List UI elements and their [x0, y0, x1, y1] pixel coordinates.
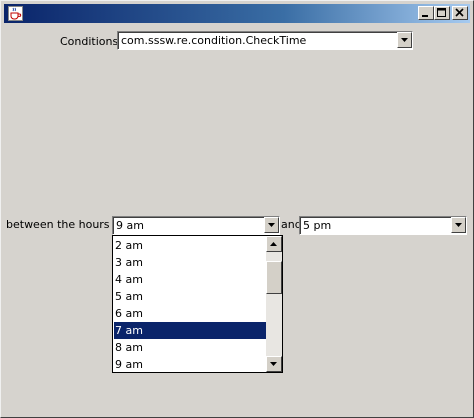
end-hour-dropdown-button[interactable]: [451, 217, 466, 233]
scroll-up-button[interactable]: [266, 236, 282, 252]
list-item[interactable]: 4 am: [114, 271, 266, 288]
list-item[interactable]: 3 am: [114, 254, 266, 271]
end-hour-selected-value: 5 pm: [303, 219, 332, 232]
start-hour-combobox[interactable]: 9 am: [112, 216, 280, 235]
conditions-selected-value: com.sssw.re.condition.CheckTime: [121, 34, 307, 47]
scroll-thumb[interactable]: [266, 261, 282, 294]
conditions-label: Conditions: [60, 35, 119, 48]
start-hour-dropdown-button[interactable]: [264, 217, 279, 233]
start-hour-dropdown-list[interactable]: 2 am 3 am 4 am 5 am 6 am 7 am 8 am 9 am: [112, 235, 283, 373]
close-icon: [455, 8, 464, 17]
arrow-up-icon: [270, 242, 277, 246]
conditions-dropdown-button[interactable]: [397, 32, 412, 48]
start-hour-selected-value: 9 am: [116, 219, 144, 232]
maximize-icon: [437, 8, 446, 17]
list-item[interactable]: 6 am: [114, 305, 266, 322]
minimize-icon: [422, 15, 428, 17]
list-item[interactable]: 2 am: [114, 237, 266, 254]
minimize-button[interactable]: [418, 6, 434, 20]
list-item[interactable]: 9 am: [114, 356, 266, 373]
maximize-button[interactable]: [434, 6, 450, 20]
chevron-down-icon: [455, 223, 462, 227]
list-item[interactable]: 5 am: [114, 288, 266, 305]
arrow-down-icon: [270, 362, 277, 366]
conditions-combobox[interactable]: com.sssw.re.condition.CheckTime: [117, 31, 413, 50]
list-item-highlighted[interactable]: 7 am: [114, 322, 266, 339]
java-cup-icon[interactable]: [8, 6, 23, 21]
scroll-down-button[interactable]: [266, 356, 282, 372]
end-hour-combobox[interactable]: 5 pm: [299, 216, 467, 235]
between-hours-label: between the hours of: [6, 218, 124, 231]
list-item[interactable]: 8 am: [114, 339, 266, 356]
close-button[interactable]: [452, 6, 468, 20]
title-bar[interactable]: [4, 4, 470, 23]
list-scrollbar[interactable]: [266, 236, 282, 372]
chevron-down-icon: [401, 38, 408, 42]
app-window: Conditions com.sssw.re.condition.CheckTi…: [0, 0, 474, 418]
chevron-down-icon: [268, 223, 275, 227]
